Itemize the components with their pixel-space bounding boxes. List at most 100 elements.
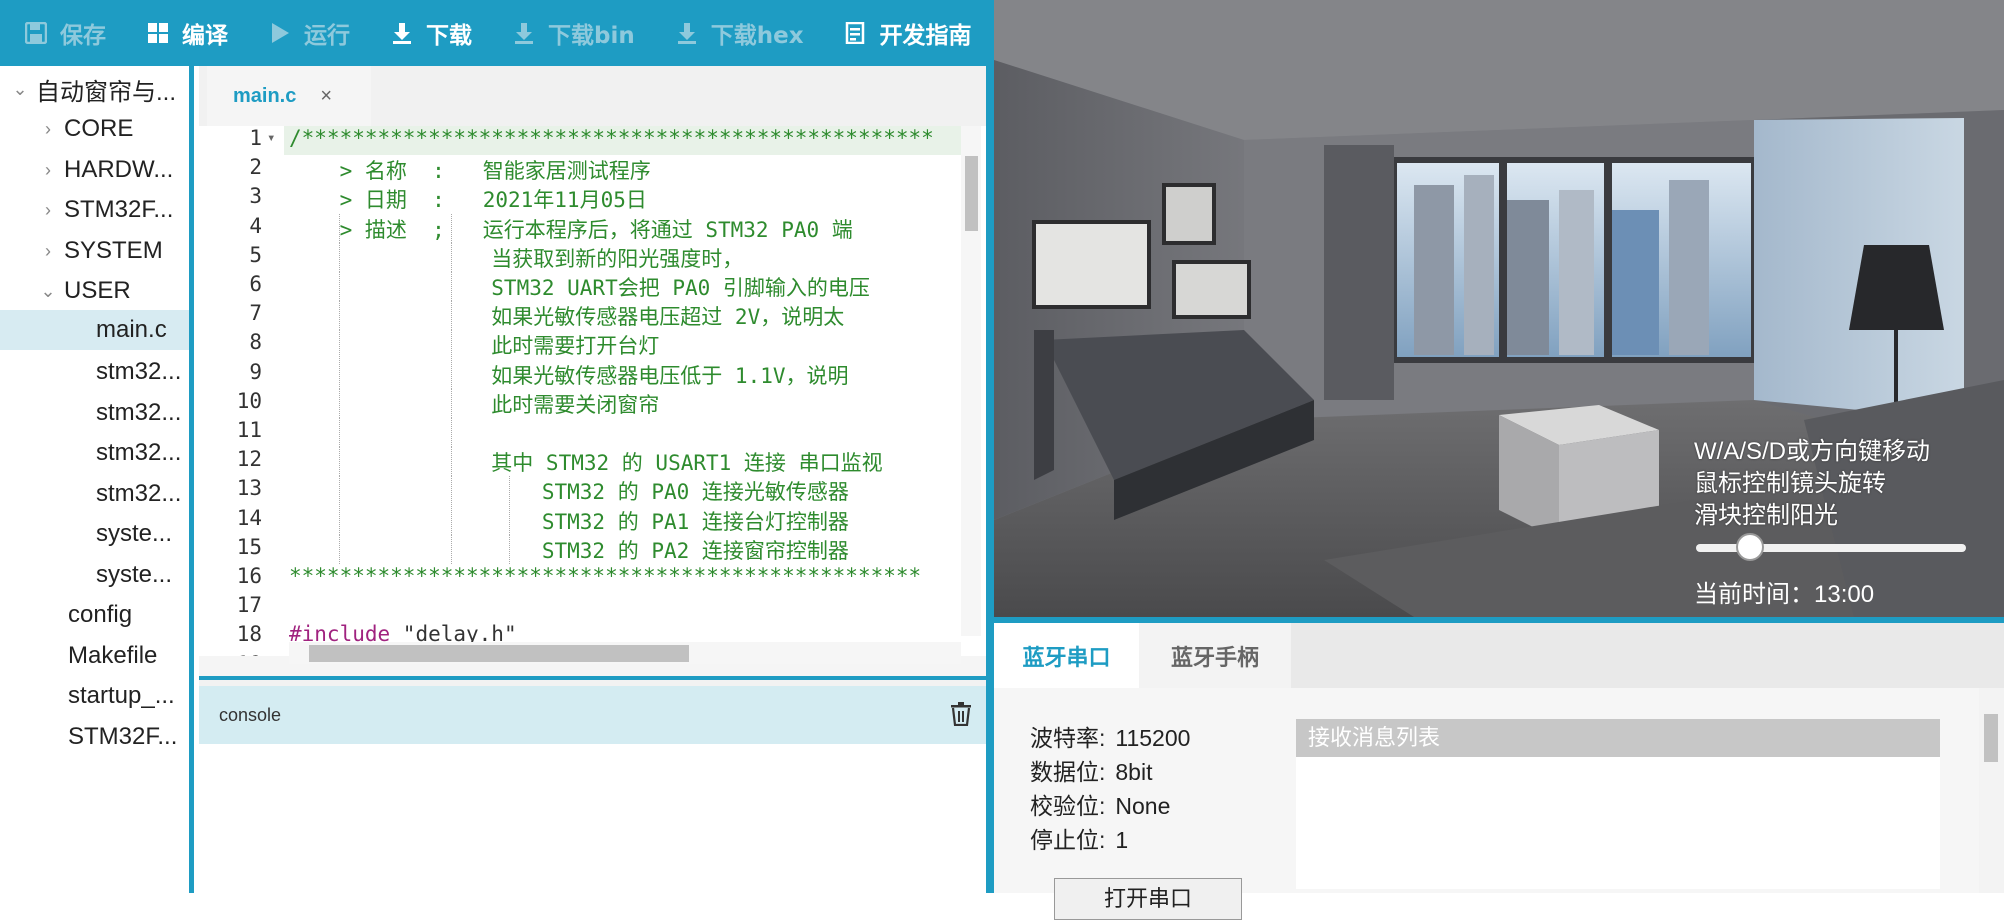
code-line[interactable]: 11 xyxy=(199,418,959,447)
chevron-right-icon: › xyxy=(45,240,51,261)
tree-file-startup[interactable]: startup_... xyxy=(68,676,189,716)
received-message-list[interactable]: 接收消息列表 xyxy=(1296,719,1940,889)
code-text: 如果光敏传感器电压低于 1.1V，说明 xyxy=(289,363,849,388)
vertical-scrollbar[interactable] xyxy=(961,126,981,636)
tree-item-label: Makefile xyxy=(68,642,158,669)
code-line[interactable]: 12 其中 STM32 的 USART1 连接 串口监视 xyxy=(199,447,959,477)
open-serial-button[interactable]: 打开串口 xyxy=(1054,878,1242,920)
download-button[interactable]: 下载 xyxy=(366,0,488,66)
tree-file[interactable]: stm32... xyxy=(96,352,189,392)
tree-folder-system[interactable]: › SYSTEM xyxy=(38,231,189,271)
tree-folder-project[interactable]: ⌄ 自动窗帘与... xyxy=(10,69,189,109)
tree-file-config[interactable]: config xyxy=(68,595,189,635)
code-line[interactable]: 9 如果光敏传感器电压低于 1.1V，说明 xyxy=(199,359,959,389)
tree-file-main-c[interactable]: main.c xyxy=(0,310,189,350)
scrollbar-thumb[interactable] xyxy=(309,645,689,662)
tree-folder-stm32f[interactable]: › STM32F... xyxy=(38,190,189,230)
code-line[interactable]: 7 如果光敏传感器电压超过 2V，说明太 xyxy=(199,301,959,331)
tree-file-stm32f[interactable]: STM32F... xyxy=(68,717,189,757)
trash-icon[interactable] xyxy=(950,702,972,731)
console-output[interactable] xyxy=(199,744,986,893)
code-line[interactable]: 14 STM32 的 PA1 连接台灯控制器 xyxy=(199,505,959,535)
code-text: > 名称 : 智能家居测试程序 xyxy=(289,159,651,184)
chevron-right-icon: › xyxy=(45,159,51,180)
code-line[interactable]: 16 **************************************… xyxy=(199,564,959,593)
tab-main-c[interactable]: main.c × xyxy=(207,66,371,126)
code-text: STM32 的 PA1 连接台灯控制器 xyxy=(289,509,849,534)
line-number: 3 xyxy=(249,184,262,209)
line-number: 4 xyxy=(249,213,262,238)
download-icon xyxy=(675,21,699,45)
scrollbar-thumb[interactable] xyxy=(965,156,978,231)
download-hex-button[interactable]: 下载hex xyxy=(651,0,820,66)
code-line[interactable]: 3 > 日期 : 2021年11月05日 xyxy=(199,184,959,213)
tree-item-label: main.c xyxy=(96,316,167,343)
stop-bits-value: 1 xyxy=(1115,827,1129,853)
serial-settings: 波特率: 115200 数据位: 8bit 校验位: None 停止位: 1 打开串口 … xyxy=(994,688,2004,920)
run-label: 运行 xyxy=(304,23,350,49)
code-line[interactable]: 10 此时需要关闭窗帘 xyxy=(199,388,959,418)
code-line[interactable]: 6 STM32 UART会把 PA0 引脚输入的电压 xyxy=(199,272,959,301)
bluetooth-panel: 蓝牙串口 蓝牙手柄 波特率: 115200 数据位: 8bit 校验位: None 停… xyxy=(994,617,2004,920)
tree-item-label: startup_... xyxy=(68,682,175,709)
scrollbar-thumb[interactable] xyxy=(1984,714,1998,762)
data-bits-row: 数据位: 8bit xyxy=(1030,753,1152,787)
line-number: 11 xyxy=(236,418,262,442)
indent-guide xyxy=(339,418,340,447)
code-line[interactable]: 1 ▾ /*************************************… xyxy=(199,126,959,155)
code-line[interactable]: 13 STM32 的 PA0 连接光敏传感器 xyxy=(199,476,959,506)
parity-row: 校验位: None xyxy=(1030,787,1170,821)
tree-file[interactable]: stm32... xyxy=(96,393,189,433)
tree-file[interactable]: syste... xyxy=(96,514,189,554)
dev-guide-button[interactable]: 开发指南 xyxy=(820,0,986,66)
tree-file[interactable]: syste... xyxy=(96,555,189,595)
close-icon[interactable]: × xyxy=(320,85,332,108)
save-label: 保存 xyxy=(60,23,106,49)
code-line[interactable]: 8 此时需要打开台灯 xyxy=(199,330,959,360)
toolbar: 保存 编译 运行 下载 下载bin 下载hex 开发指南 xyxy=(0,0,986,66)
3d-scene-view[interactable]: W/A/S/D或方向键移动 鼠标控制镜头旋转 滑块控制阳光 当前时间：13:00 xyxy=(994,0,2004,617)
tree-file[interactable]: stm32... xyxy=(96,433,189,473)
download-bin-button[interactable]: 下载bin xyxy=(488,0,651,66)
compile-button[interactable]: 编译 xyxy=(122,0,244,66)
console-resize-handle[interactable] xyxy=(199,676,986,686)
run-button[interactable]: 运行 xyxy=(244,0,366,66)
data-bits-label: 数据位: xyxy=(1030,759,1106,785)
dev-guide-label: 开发指南 xyxy=(879,23,972,49)
slider-thumb[interactable] xyxy=(1736,533,1764,561)
tree-item-label: syste... xyxy=(96,520,173,547)
tree-folder-hardware[interactable]: › HARDW... xyxy=(38,150,189,190)
panel-divider[interactable] xyxy=(986,0,994,893)
tab-bluetooth-serial[interactable]: 蓝牙串口 xyxy=(994,623,1139,688)
fold-icon[interactable]: ▾ xyxy=(267,130,275,146)
code-text: 如果光敏传感器电压超过 2V，说明太 xyxy=(289,305,845,330)
code-line[interactable]: 5 当获取到新的阳光强度时， xyxy=(199,242,959,272)
tree-item-label: syste... xyxy=(96,561,173,588)
message-list-header: 接收消息列表 xyxy=(1296,719,1940,757)
code-area[interactable]: 1 ▾ /*************************************… xyxy=(199,126,986,656)
code-line[interactable]: 15 STM32 的 PA2 连接窗帘控制器 xyxy=(199,534,959,564)
tree-folder-user[interactable]: ⌄ USER xyxy=(38,271,189,311)
code-line[interactable]: 4 > 描述 ; 运行本程序后，将通过 STM32 PA0 端 xyxy=(199,213,959,243)
tree-file-makefile[interactable]: Makefile xyxy=(68,636,189,676)
code-text: STM32 的 PA2 连接窗帘控制器 xyxy=(289,538,849,563)
tree-file[interactable]: stm32... xyxy=(96,474,189,514)
horizontal-scrollbar[interactable] xyxy=(289,642,961,664)
parity-value: None xyxy=(1115,793,1171,819)
file-tree: ⌄ 自动窗帘与... › CORE › HARDW... › STM32F...… xyxy=(0,66,194,893)
code-text: STM32 的 PA0 连接光敏传感器 xyxy=(289,480,849,505)
save-button[interactable]: 保存 xyxy=(0,0,122,66)
baud-rate-value: 115200 xyxy=(1115,725,1191,751)
line-number: 16 xyxy=(236,564,262,588)
sunlight-slider[interactable] xyxy=(1696,533,1966,561)
tab-bluetooth-gamepad[interactable]: 蓝牙手柄 xyxy=(1139,623,1291,688)
tree-folder-core[interactable]: › CORE xyxy=(38,109,189,149)
code-line[interactable]: 17 xyxy=(199,593,959,622)
vertical-scrollbar[interactable] xyxy=(1979,688,2004,893)
line-number: 9 xyxy=(249,359,262,384)
guide-icon xyxy=(844,21,868,45)
chevron-right-icon: › xyxy=(45,118,51,139)
line-number: 2 xyxy=(249,155,262,180)
code-line[interactable]: 2 > 名称 : 智能家居测试程序 xyxy=(199,155,959,184)
hint-slider: 滑块控制阳光 xyxy=(1694,502,1838,529)
